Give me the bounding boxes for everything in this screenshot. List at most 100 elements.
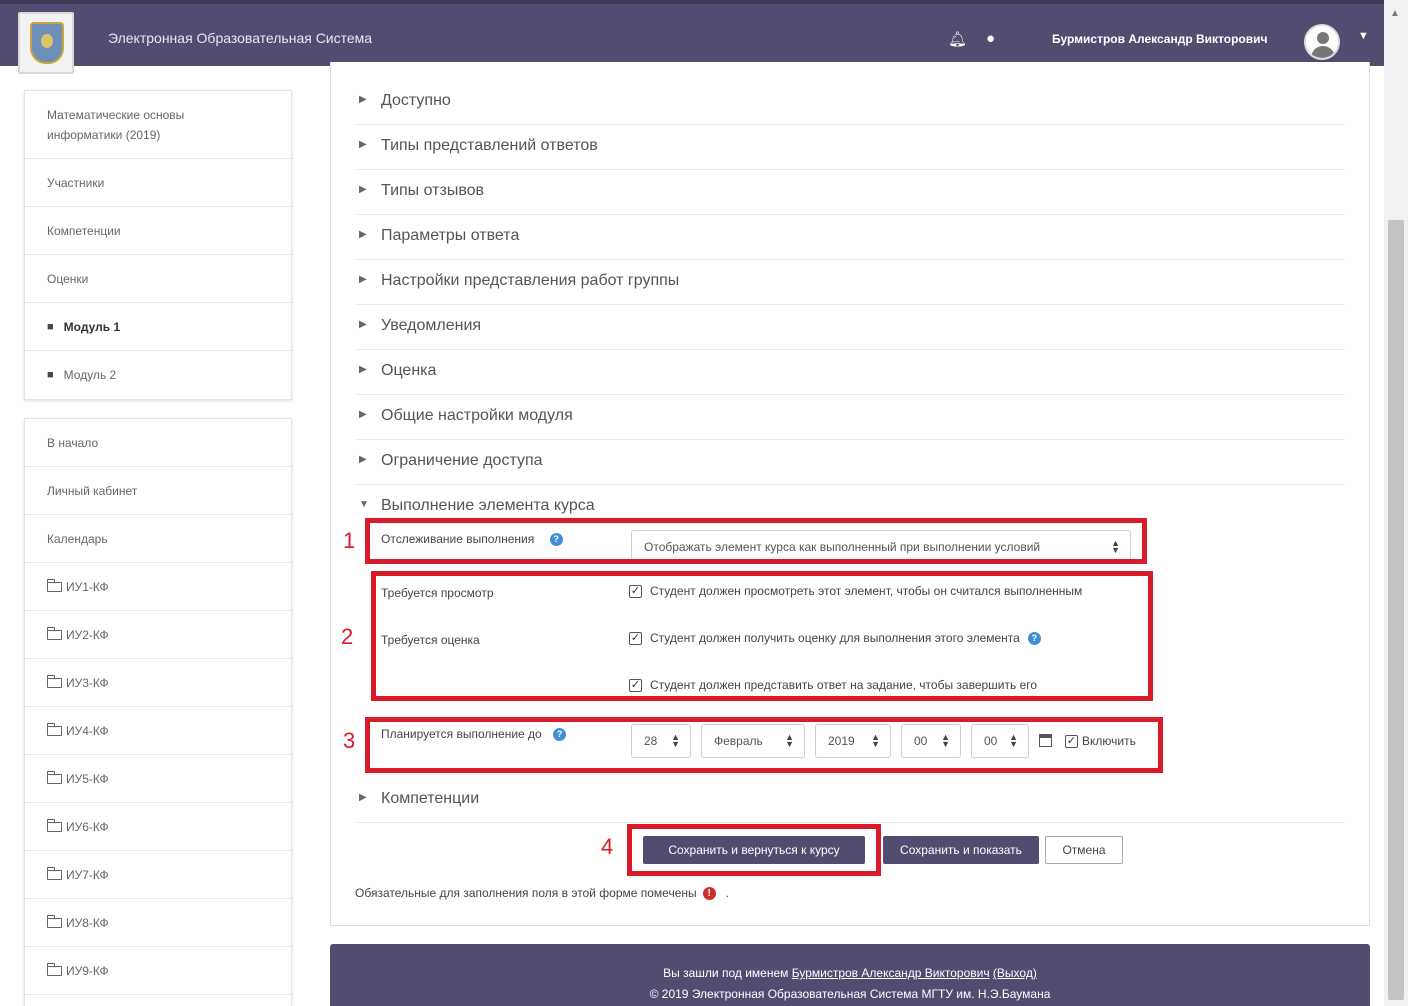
nav-item-folder[interactable]: ИУ8-КФ bbox=[25, 899, 291, 947]
nav-item-folder[interactable]: ИУ6-КФ bbox=[25, 803, 291, 851]
course-navigation-block: Математические основы информатики (2019)… bbox=[24, 90, 292, 400]
section-label: Компетенции bbox=[381, 790, 480, 807]
nav-item-module-1[interactable]: ■ Модуль 1 bbox=[25, 303, 291, 351]
site-logo[interactable] bbox=[18, 12, 74, 74]
section-restrict-access[interactable]: ▶ Ограничение доступа bbox=[355, 440, 1345, 485]
site-name[interactable]: Электронная Образовательная Система bbox=[108, 30, 372, 46]
section-feedback-types[interactable]: ▶ Типы отзывов bbox=[355, 170, 1345, 215]
section-submission-types[interactable]: ▶ Типы представлений ответов bbox=[355, 125, 1345, 170]
annotation-marker-1: 1 bbox=[343, 528, 356, 553]
nav-item-folder[interactable]: ИУ2-КФ bbox=[25, 611, 291, 659]
nav-item-label: ИУ6-КФ bbox=[66, 819, 109, 834]
section-notifications[interactable]: ▶ Уведомления bbox=[355, 305, 1345, 350]
nav-item-label: Календарь bbox=[47, 531, 108, 546]
section-group-submission[interactable]: ▶ Настройки представления работ группы bbox=[355, 260, 1345, 305]
nav-item-module-2[interactable]: ■ Модуль 2 bbox=[25, 351, 291, 399]
caret-right-icon: ▶ bbox=[359, 229, 367, 240]
chat-icon[interactable]: ● bbox=[986, 30, 995, 47]
settings-form-card: ▶ Доступно ▶ Типы представлений ответов … bbox=[330, 62, 1370, 926]
section-grade[interactable]: ▶ Оценка bbox=[355, 350, 1345, 395]
caret-right-icon: ▶ bbox=[359, 792, 367, 803]
required-icon: ! bbox=[702, 886, 716, 900]
folder-icon bbox=[47, 914, 62, 928]
section-competencies[interactable]: ▶ Компетенции bbox=[355, 778, 1345, 823]
crest-icon bbox=[30, 22, 64, 64]
nav-item-folder[interactable]: ИУ1-КФ bbox=[25, 563, 291, 611]
save-and-display-button[interactable]: Сохранить и показать bbox=[883, 836, 1039, 864]
nav-item-label: ИУ3-КФ bbox=[66, 675, 109, 690]
nav-item-competencies[interactable]: Компетенции bbox=[25, 207, 291, 255]
caret-right-icon: ▶ bbox=[359, 94, 367, 105]
nav-item-folder[interactable]: ИУ7-КФ bbox=[25, 851, 291, 899]
cancel-button[interactable]: Отмена bbox=[1045, 836, 1123, 864]
nav-item-label: ИУ5-КФ bbox=[66, 771, 109, 786]
module-icon: ■ bbox=[47, 320, 54, 333]
caret-right-icon: ▶ bbox=[359, 274, 367, 285]
nav-item-calendar[interactable]: Календарь bbox=[25, 515, 291, 563]
section-label: Выполнение элемента курса bbox=[381, 497, 595, 514]
nav-item-label: Компетенции bbox=[47, 223, 121, 238]
section-availability[interactable]: ▶ Доступно bbox=[355, 80, 1345, 125]
annotation-box-3 bbox=[365, 717, 1163, 773]
nav-item-participants[interactable]: Участники bbox=[25, 159, 291, 207]
nav-item-folder[interactable]: ИУ3-КФ bbox=[25, 659, 291, 707]
scroll-up-icon[interactable]: ▲ bbox=[1390, 8, 1400, 19]
nav-item-label: Модуль 1 bbox=[63, 319, 121, 334]
footer-user-link[interactable]: Бурмистров Александр Викторович bbox=[792, 966, 990, 980]
folder-icon bbox=[47, 578, 62, 592]
user-name[interactable]: Бурмистров Александр Викторович bbox=[1052, 32, 1267, 46]
chevron-down-icon[interactable]: ▼ bbox=[1358, 30, 1369, 42]
caret-right-icon: ▶ bbox=[359, 319, 367, 330]
caret-right-icon: ▶ bbox=[359, 139, 367, 150]
nav-item-folder[interactable]: ИУ4-КФ bbox=[25, 707, 291, 755]
nav-item-label: Модуль 2 bbox=[63, 368, 117, 382]
caret-right-icon: ▶ bbox=[359, 184, 367, 195]
nav-item-label: ИУ9-КФ bbox=[66, 963, 109, 978]
nav-item-label: Участники bbox=[47, 175, 105, 190]
module-icon: ■ bbox=[47, 369, 54, 381]
avatar[interactable] bbox=[1304, 24, 1340, 60]
folder-icon bbox=[47, 674, 62, 688]
page-scrollbar[interactable]: ▲ bbox=[1384, 0, 1408, 1006]
section-label: Типы отзывов bbox=[381, 182, 485, 199]
nav-item-label: ИУ4-КФ bbox=[66, 723, 109, 738]
section-submission-settings[interactable]: ▶ Параметры ответа bbox=[355, 215, 1345, 260]
annotation-box-4 bbox=[627, 824, 881, 876]
nav-item-dashboard[interactable]: Личный кабинет bbox=[25, 467, 291, 515]
nav-item-folder[interactable]: ИУ5-КФ bbox=[25, 755, 291, 803]
folder-icon bbox=[47, 818, 62, 832]
caret-right-icon: ▶ bbox=[359, 409, 367, 420]
section-label: Доступно bbox=[381, 92, 451, 109]
top-navbar: Электронная Образовательная Система 🔔︎ ●… bbox=[0, 0, 1384, 74]
section-label: Параметры ответа bbox=[381, 227, 520, 244]
nav-item-folder[interactable]: ИУ9-КФ bbox=[25, 947, 291, 995]
nav-item-label: В начало bbox=[47, 435, 99, 450]
bell-icon[interactable]: 🔔︎ bbox=[948, 30, 967, 48]
scroll-thumb[interactable] bbox=[1388, 220, 1404, 1000]
caret-right-icon: ▶ bbox=[359, 454, 367, 465]
page-footer: Вы зашли под именем Бурмистров Александр… bbox=[330, 944, 1370, 1006]
section-label: Общие настройки модуля bbox=[381, 407, 573, 424]
folder-icon bbox=[47, 962, 62, 976]
caret-right-icon: ▶ bbox=[359, 364, 367, 375]
folder-icon bbox=[47, 770, 62, 784]
nav-item-home[interactable]: В начало bbox=[25, 419, 291, 467]
nav-item-course[interactable]: Математические основы информатики (2019) bbox=[25, 91, 291, 159]
section-label: Настройки представления работ группы bbox=[381, 272, 680, 289]
footer-copyright: © 2019 Электронная Образовательная Систе… bbox=[649, 987, 1051, 1001]
footer-login-info: Вы зашли под именем Бурмистров Александр… bbox=[663, 966, 1037, 980]
annotation-box-1 bbox=[365, 518, 1147, 564]
folder-icon bbox=[47, 866, 62, 880]
nav-item-label: ИУ8-КФ bbox=[66, 915, 109, 930]
nav-item-label: Личный кабинет bbox=[47, 483, 138, 498]
section-common-module-settings[interactable]: ▶ Общие настройки модуля bbox=[355, 395, 1345, 440]
nav-item-label: Математические основы информатики (2019) bbox=[47, 107, 185, 142]
folder-icon bbox=[47, 722, 62, 736]
nav-item-label: Оценки bbox=[47, 271, 89, 286]
nav-item-grades[interactable]: Оценки bbox=[25, 255, 291, 303]
required-fields-note: Обязательные для заполнения поля в этой … bbox=[355, 886, 729, 900]
section-label: Типы представлений ответов bbox=[381, 137, 598, 154]
annotation-marker-3: 3 bbox=[343, 728, 356, 753]
folder-icon bbox=[47, 626, 62, 640]
footer-logout-link[interactable]: (Выход) bbox=[993, 966, 1037, 980]
